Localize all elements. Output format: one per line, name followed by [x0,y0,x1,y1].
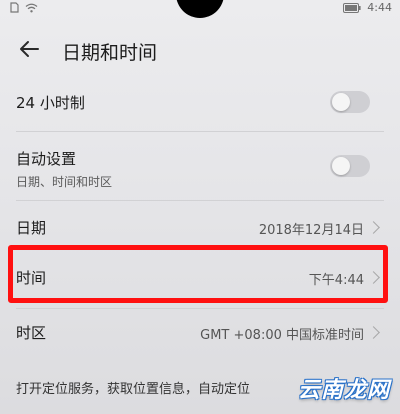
setting-label: 时区 [16,324,47,342]
setting-row-auto[interactable]: 自动设置 日期、时间和时区 [0,140,400,196]
setting-value: 下午4:44 [308,273,364,288]
divider [16,200,384,201]
location-hint-text: 打开定位服务，获取位置信息，自动定位 [16,382,251,397]
setting-row-24-hour[interactable]: 24 小时制 [0,82,400,122]
camera-notch-round [176,0,224,18]
setting-label: 日期 [16,219,47,237]
setting-row-timezone[interactable]: 时区 GMT +08:00 中国标准时间 [0,312,400,352]
sim-card-icon [10,2,19,13]
divider [16,247,384,248]
setting-sublabel: 日期、时间和时区 [16,175,113,189]
divider [16,131,384,132]
setting-value: GMT +08:00 中国标准时间 [200,328,364,343]
status-bar: 4:44 [0,0,400,20]
wifi-icon [25,3,38,12]
setting-row-time[interactable]: 时间 下午4:44 [0,255,400,295]
setting-label: 自动设置 [16,150,77,168]
divider [16,308,384,309]
setting-label: 时间 [16,269,47,287]
toggle-auto[interactable] [330,155,370,177]
status-left [10,2,38,13]
status-time: 4:44 [367,1,392,14]
setting-row-date[interactable]: 日期 2018年12月14日 [0,205,400,245]
watermark-logo: 云南龙网 [297,378,390,403]
header: 日期和时间 [0,28,400,72]
setting-value: 2018年12月14日 [258,223,364,238]
chevron-right-icon [367,271,380,284]
settings-screen: 4:44 日期和时间 24 小时制 自动设置 日期、时间和时区 日期 2018年… [0,0,400,414]
toggle-24-hour[interactable] [330,91,370,113]
setting-label: 24 小时制 [16,94,85,112]
chevron-right-icon [367,221,380,234]
status-right: 4:44 [343,1,392,14]
back-arrow-icon[interactable] [18,38,40,60]
page-title: 日期和时间 [62,42,158,64]
chevron-right-icon [367,326,380,339]
battery-icon [343,2,361,13]
